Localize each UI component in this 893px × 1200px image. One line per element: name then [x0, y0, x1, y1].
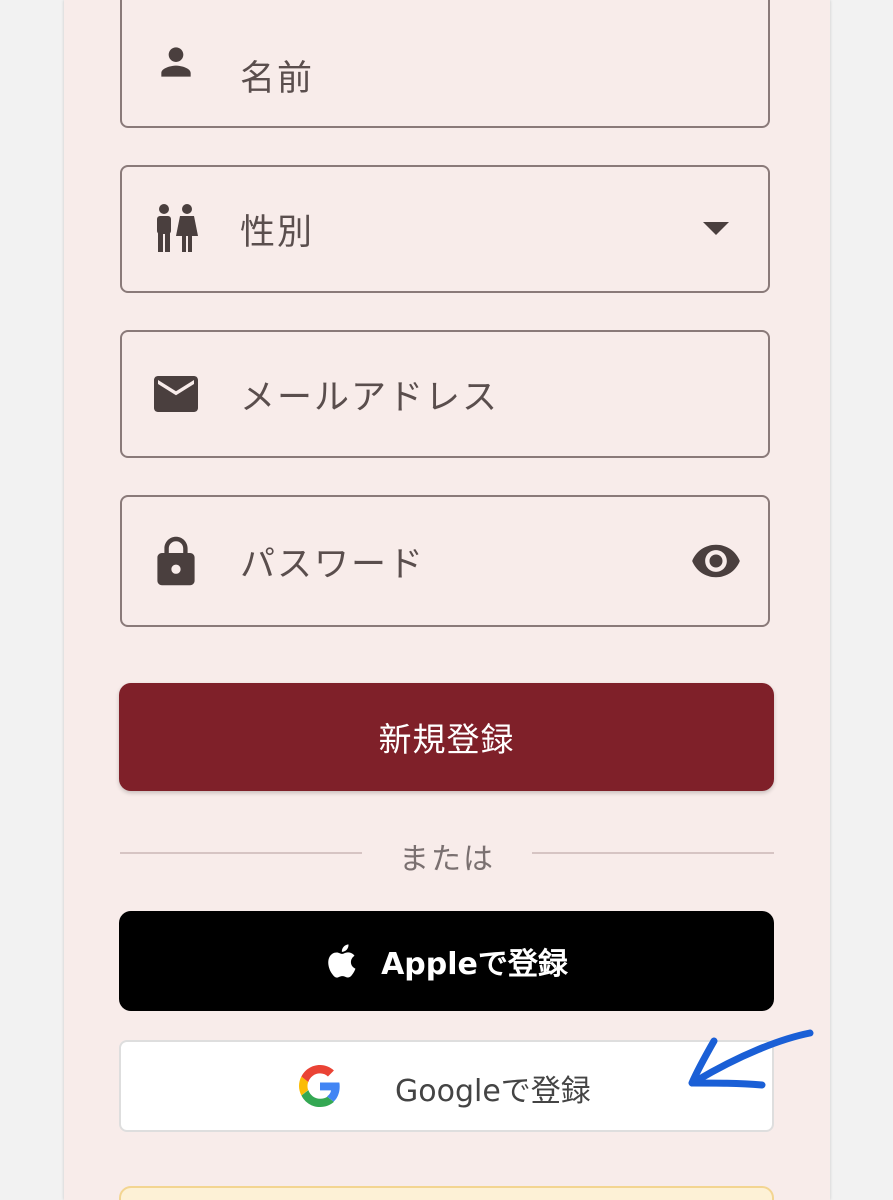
person-icon: [150, 36, 202, 88]
name-placeholder: 名前: [240, 59, 315, 99]
apple-logo-icon: [325, 943, 357, 979]
password-placeholder: パスワード: [240, 544, 426, 585]
mail-icon: [150, 368, 202, 420]
divider-text: または: [399, 842, 495, 877]
eye-icon[interactable]: [688, 533, 744, 589]
gender-select[interactable]: 性別: [120, 165, 770, 293]
email-field[interactable]: メールアドレス: [120, 330, 770, 458]
gender-icon: [150, 203, 202, 255]
dropdown-arrow-icon[interactable]: [688, 201, 744, 257]
apple-signup-button[interactable]: Appleで登録: [119, 911, 774, 1011]
apple-signup-label: Appleで登録: [381, 947, 568, 982]
email-placeholder: メールアドレス: [240, 377, 500, 418]
gender-placeholder: 性別: [240, 212, 315, 253]
divider-left: [120, 852, 362, 854]
google-signup-button[interactable]: Googleで登録: [119, 1040, 774, 1132]
annotation-arrow-icon: [688, 1029, 814, 1089]
lock-icon: [150, 535, 202, 587]
register-button-label: 新規登録: [378, 720, 515, 759]
notice-box: [119, 1186, 774, 1200]
signup-card: 名前 性別 メールアドレス パスワード 新規登録 または Appleで登録 Go…: [64, 0, 830, 1200]
password-field[interactable]: パスワード: [120, 495, 770, 627]
divider-right: [532, 852, 774, 854]
google-logo-icon: [299, 1065, 341, 1107]
name-field[interactable]: 名前: [120, 0, 770, 128]
register-button[interactable]: 新規登録: [119, 683, 774, 791]
google-signup-label: Googleで登録: [395, 1074, 591, 1109]
